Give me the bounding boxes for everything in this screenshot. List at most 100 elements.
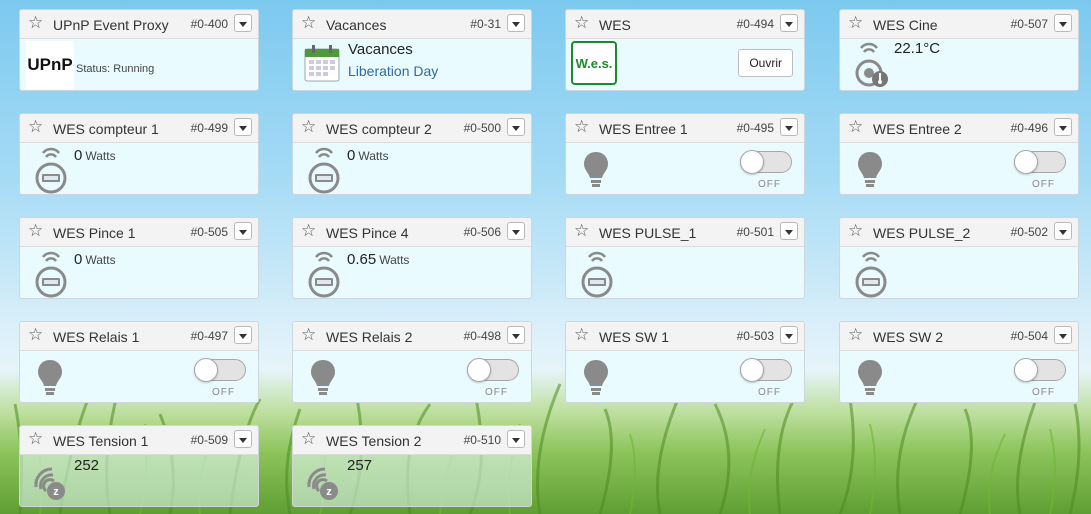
- tile-body: [566, 247, 804, 298]
- device-tile-wes[interactable]: ☆ WES #0-494 W.e.s. Ouvrir: [565, 9, 805, 91]
- star-icon[interactable]: ☆: [28, 221, 43, 241]
- device-name: WES SW 2: [873, 329, 944, 345]
- chevron-down-icon[interactable]: [234, 326, 252, 344]
- device-tile-wes-relais-2[interactable]: ☆ WES Relais 2 #0-498 OFF: [292, 321, 532, 403]
- power-meter-icon: [34, 250, 68, 298]
- device-tile-wes-relais-1[interactable]: ☆ WES Relais 1 #0-497 OFF: [19, 321, 259, 403]
- tile-header: ☆ WES Pince 4 #0-506: [293, 218, 531, 247]
- toggle-knob[interactable]: [194, 358, 218, 382]
- device-id: #0-504: [1010, 329, 1048, 343]
- star-icon[interactable]: ☆: [301, 13, 316, 33]
- star-icon[interactable]: ☆: [574, 13, 589, 33]
- chevron-down-icon[interactable]: [1054, 14, 1072, 32]
- star-icon[interactable]: ☆: [28, 325, 43, 345]
- chevron-down-icon[interactable]: [234, 118, 252, 136]
- device-tile-wes-tension-1[interactable]: ☆ WES Tension 1 #0-509 z 252: [19, 425, 259, 507]
- chevron-down-icon[interactable]: [1054, 118, 1072, 136]
- tile-body: OFF: [20, 351, 258, 402]
- power-toggle[interactable]: [740, 358, 792, 382]
- power-number: 0: [347, 147, 356, 164]
- tile-header: ☆ WES Tension 1 #0-509: [20, 426, 258, 455]
- star-icon[interactable]: ☆: [574, 325, 589, 345]
- device-name: WES Entree 1: [599, 121, 688, 137]
- device-tile-vacances[interactable]: ☆ Vacances #0-31 Vacances Liberation Day: [292, 9, 532, 91]
- star-icon[interactable]: ☆: [301, 117, 316, 137]
- tile-header: ☆ WES Pince 1 #0-505: [20, 218, 258, 247]
- device-tile-upnp-event-proxy[interactable]: ☆ UPnP Event Proxy #0-400 UPnP Status: Runni…: [19, 9, 259, 91]
- tile-body: W.e.s. Ouvrir: [566, 39, 804, 90]
- tile-body: OFF: [840, 351, 1078, 402]
- device-tile-wes-sw-1[interactable]: ☆ WES SW 1 #0-503 OFF: [565, 321, 805, 403]
- tile-header: ☆ UPnP Event Proxy #0-400: [20, 10, 258, 39]
- temperature-value: 22.1°C: [894, 40, 941, 57]
- device-name: WES Tension 2: [326, 433, 422, 449]
- star-icon[interactable]: ☆: [574, 117, 589, 137]
- device-tile-wes-pince-1[interactable]: ☆ WES Pince 1 #0-505 0 Watts: [19, 217, 259, 299]
- star-icon[interactable]: ☆: [28, 117, 43, 137]
- chevron-down-icon[interactable]: [507, 326, 525, 344]
- chevron-down-icon[interactable]: [234, 14, 252, 32]
- power-toggle[interactable]: [194, 358, 246, 382]
- chevron-down-icon[interactable]: [780, 326, 798, 344]
- chevron-down-icon[interactable]: [234, 430, 252, 448]
- chevron-down-icon[interactable]: [507, 222, 525, 240]
- device-tile-wes-pince-4[interactable]: ☆ WES Pince 4 #0-506 0.65 Watts: [292, 217, 532, 299]
- power-value: 0 Watts: [347, 147, 389, 164]
- toggle-knob[interactable]: [740, 150, 764, 174]
- star-icon[interactable]: ☆: [848, 221, 863, 241]
- tile-header: ☆ WES Entree 2 #0-496: [840, 114, 1078, 143]
- tile-body: [840, 247, 1078, 298]
- device-tile-wes-entree-1[interactable]: ☆ WES Entree 1 #0-495 OFF: [565, 113, 805, 195]
- chevron-down-icon[interactable]: [780, 222, 798, 240]
- star-icon[interactable]: ☆: [28, 429, 43, 449]
- device-id: #0-501: [736, 225, 774, 239]
- chevron-down-icon[interactable]: [234, 222, 252, 240]
- star-icon[interactable]: ☆: [28, 13, 43, 33]
- star-icon[interactable]: ☆: [301, 221, 316, 241]
- device-name: UPnP Event Proxy: [53, 17, 169, 33]
- device-tile-wes-pulse-1[interactable]: ☆ WES PULSE_1 #0-501: [565, 217, 805, 299]
- star-icon[interactable]: ☆: [848, 325, 863, 345]
- device-tile-wes-entree-2[interactable]: ☆ WES Entree 2 #0-496 OFF: [839, 113, 1079, 195]
- toggle-knob[interactable]: [740, 358, 764, 382]
- power-toggle[interactable]: [740, 150, 792, 174]
- tile-body: OFF: [293, 351, 531, 402]
- device-tile-wes-cine[interactable]: ☆ WES Cine #0-507 22.1°C: [839, 9, 1079, 91]
- chevron-down-icon[interactable]: [507, 118, 525, 136]
- toggle-knob[interactable]: [1014, 150, 1038, 174]
- calendar-icon: [303, 43, 341, 88]
- star-icon[interactable]: ☆: [301, 429, 316, 449]
- chevron-down-icon[interactable]: [1054, 222, 1072, 240]
- chevron-down-icon[interactable]: [507, 14, 525, 32]
- power-toggle[interactable]: [1014, 150, 1066, 174]
- tile-body: z 252: [20, 455, 258, 506]
- chevron-down-icon[interactable]: [1054, 326, 1072, 344]
- tile-body: 22.1°C: [840, 39, 1078, 90]
- power-toggle[interactable]: [1014, 358, 1066, 382]
- tile-header: ☆ WES compteur 1 #0-499: [20, 114, 258, 143]
- star-icon[interactable]: ☆: [301, 325, 316, 345]
- device-tile-wes-pulse-2[interactable]: ☆ WES PULSE_2 #0-502: [839, 217, 1079, 299]
- status-text: Status: Running: [76, 63, 155, 75]
- toggle-knob[interactable]: [467, 358, 491, 382]
- star-icon[interactable]: ☆: [848, 117, 863, 137]
- power-unit: Watts: [379, 253, 410, 267]
- chevron-down-icon[interactable]: [507, 430, 525, 448]
- device-tile-wes-sw-2[interactable]: ☆ WES SW 2 #0-504 OFF: [839, 321, 1079, 403]
- open-button[interactable]: Ouvrir: [738, 49, 793, 77]
- star-icon[interactable]: ☆: [574, 221, 589, 241]
- upnp-logo: UPnP: [26, 41, 74, 89]
- power-toggle[interactable]: [467, 358, 519, 382]
- device-id: #0-502: [1010, 225, 1048, 239]
- event-subtitle: Liberation Day: [348, 63, 439, 79]
- device-name: WES PULSE_2: [873, 225, 971, 241]
- device-id: #0-505: [190, 225, 228, 239]
- star-icon[interactable]: ☆: [848, 13, 863, 33]
- toggle-knob[interactable]: [1014, 358, 1038, 382]
- chevron-down-icon[interactable]: [780, 118, 798, 136]
- device-tile-wes-tension-2[interactable]: ☆ WES Tension 2 #0-510 z 257: [292, 425, 532, 507]
- device-tile-wes-compteur-2[interactable]: ☆ WES compteur 2 #0-500 0 Watts: [292, 113, 532, 195]
- device-name: WES Pince 1: [53, 225, 136, 241]
- device-tile-wes-compteur-1[interactable]: ☆ WES compteur 1 #0-499 0 Watts: [19, 113, 259, 195]
- chevron-down-icon[interactable]: [780, 14, 798, 32]
